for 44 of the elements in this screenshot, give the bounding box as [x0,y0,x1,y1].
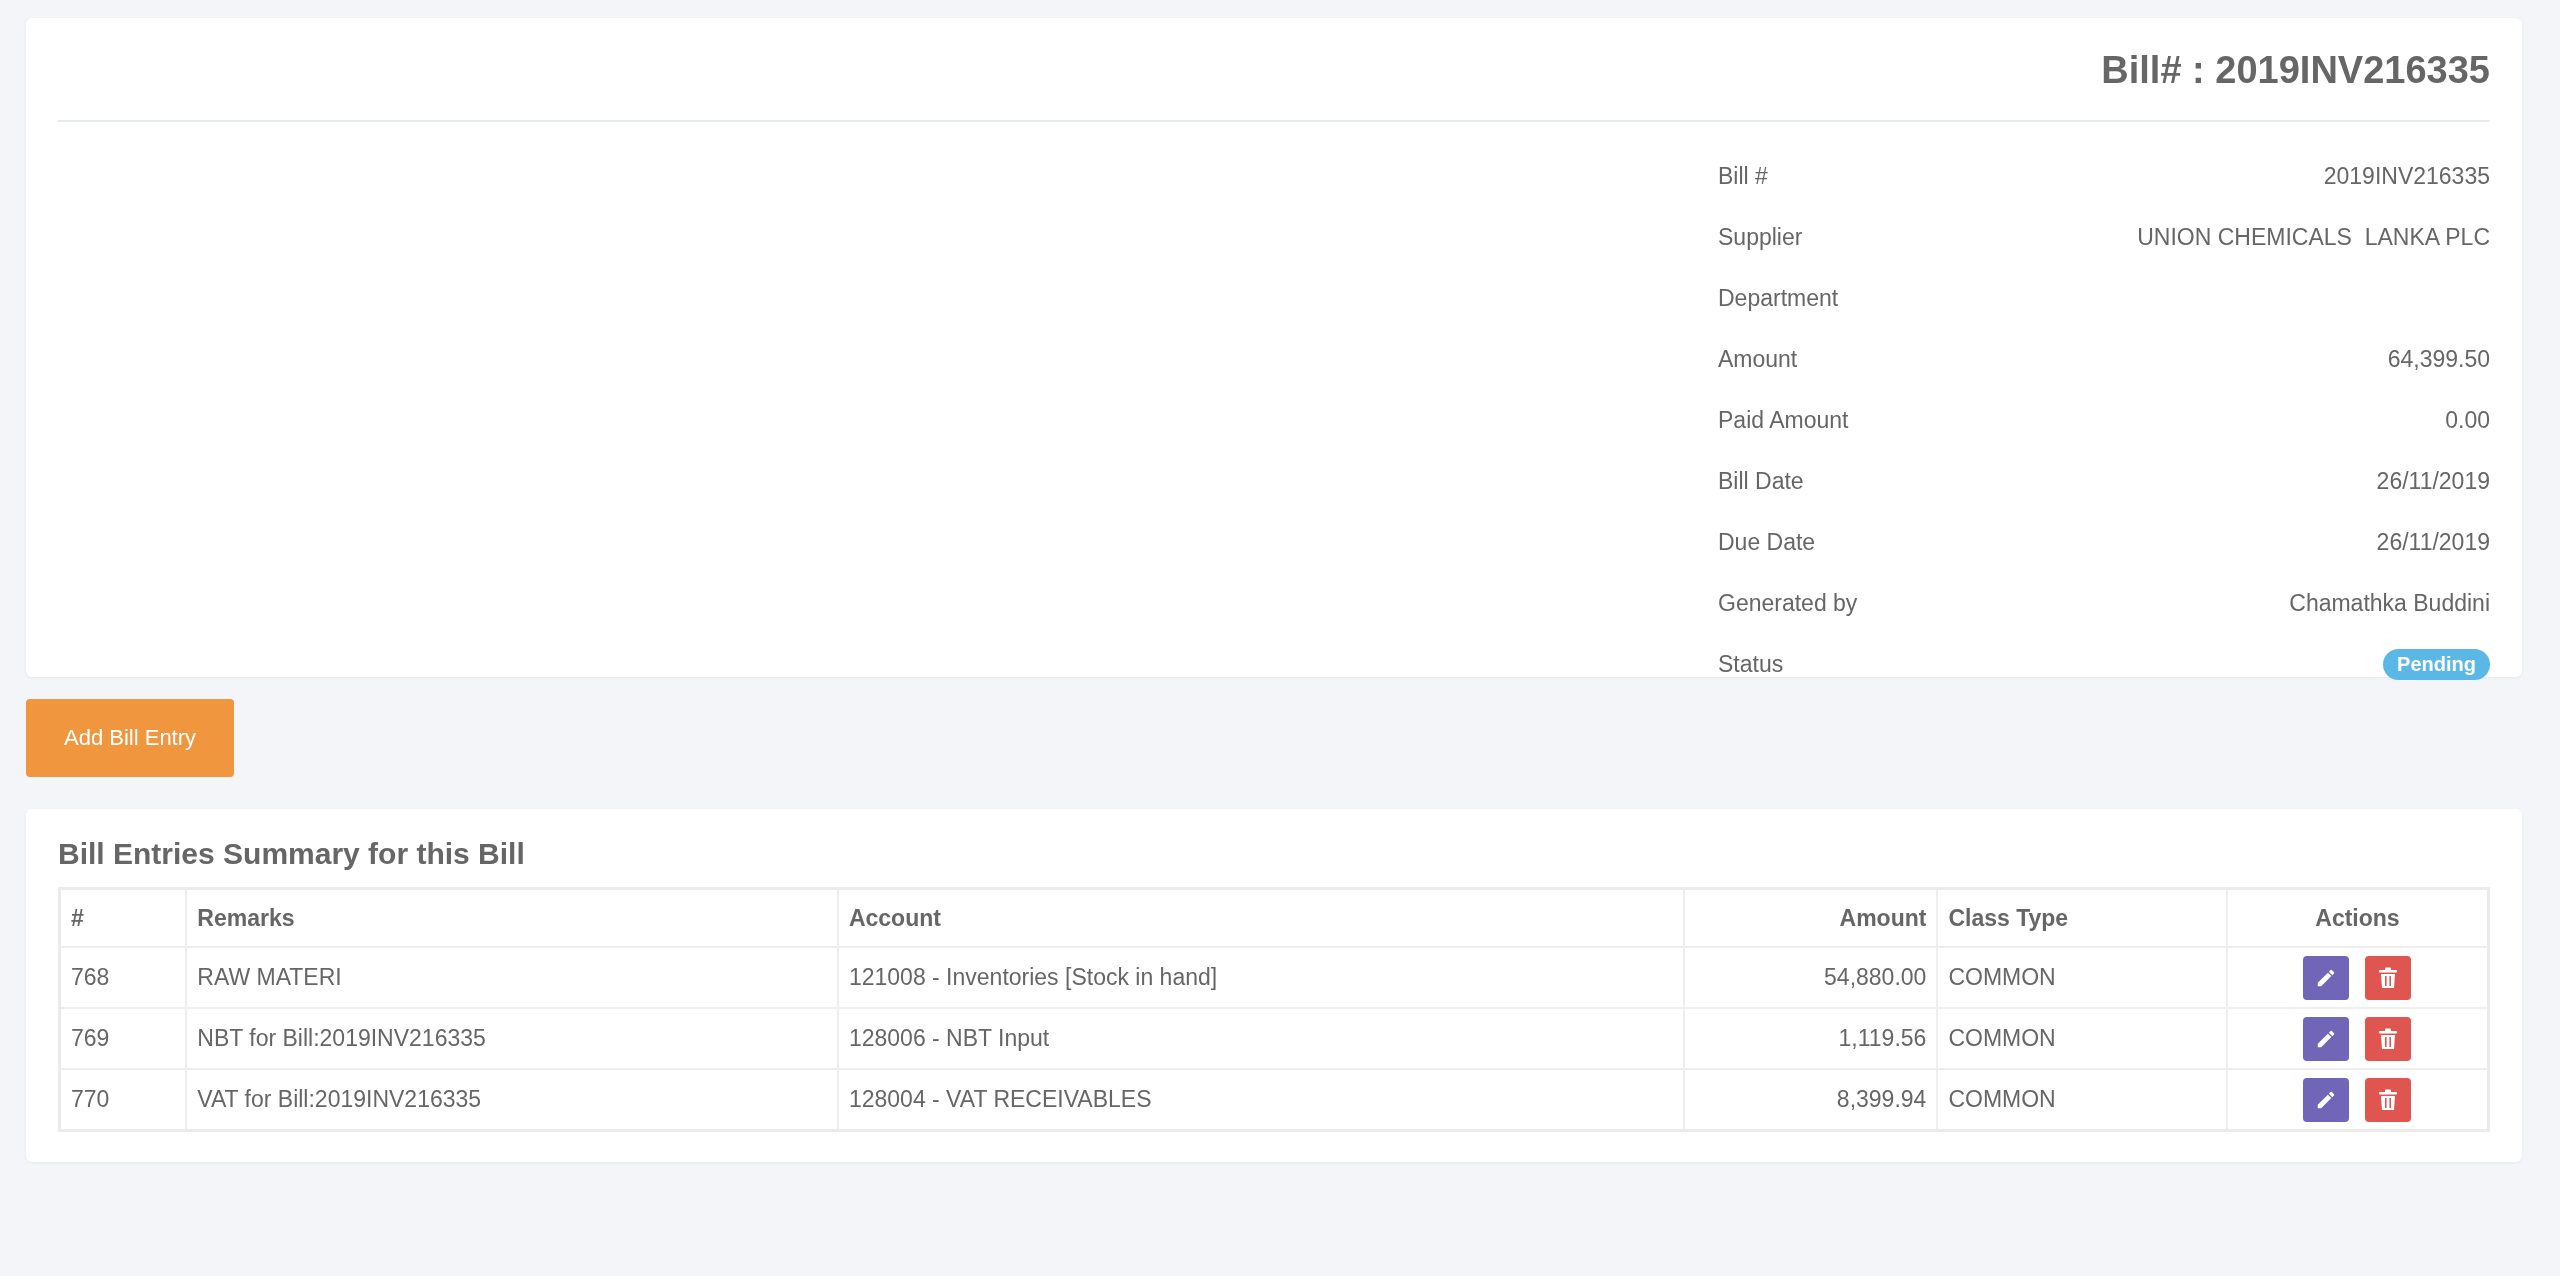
column-header: Amount [1683,888,1938,947]
delete-button[interactable] [2365,1016,2412,1061]
detail-label: Status [1718,651,1784,678]
trash-icon [2378,966,2399,989]
detail-label: Department [1718,285,1839,312]
detail-value: Chamathka Buddini [2289,590,2490,617]
edit-button[interactable] [2303,955,2350,1000]
detail-label: Paid Amount [1718,407,1849,434]
detail-label: Bill # [1718,163,1768,190]
column-header: # [59,888,187,947]
table-cell: 768 [59,947,187,1008]
detail-value: 26/11/2019 [2376,529,2490,556]
delete-button[interactable] [2365,1077,2412,1122]
table-cell: 54,880.00 [1683,947,1938,1008]
detail-label: Amount [1718,346,1798,373]
table-cell: 128006 - NBT Input [837,1008,1684,1069]
section-title: Bill Entries Summary for this Bill [58,837,526,871]
column-header: Account [837,888,1684,947]
detail-label: Bill Date [1718,468,1804,495]
table-cell: COMMON [1937,1008,2227,1069]
detail-value: UNION CHEMICALS LANKA PLC [2137,224,2490,251]
detail-value: 2019INV216335 [2323,163,2490,190]
trash-icon [2378,1088,2399,1111]
column-header: Class Type [1937,888,2227,947]
add-bill-entry-button[interactable]: Add Bill Entry [26,699,235,777]
table-cell: 769 [59,1008,187,1069]
detail-value: 64,399.50 [2387,346,2490,373]
detail-value: 0.00 [2445,407,2490,434]
table-cell: 121008 - Inventories [Stock in hand] [837,947,1684,1008]
delete-button[interactable] [2365,955,2412,1000]
table-cell: COMMON [1937,947,2227,1008]
status-badge: Pending [2383,649,2490,680]
detail-label: Due Date [1718,529,1816,556]
trash-icon [2378,1027,2399,1050]
column-header: Remarks [186,888,838,947]
table-cell: 1,119.56 [1683,1008,1938,1069]
detail-label: Supplier [1718,224,1803,251]
table-cell: RAW MATERI [186,947,838,1008]
table-cell: NBT for Bill:2019INV216335 [186,1008,838,1069]
bill-title: Bill# : 2019INV216335 [2100,48,2490,93]
detail-label: Generated by [1718,590,1858,617]
edit-button[interactable] [2303,1016,2350,1061]
edit-button[interactable] [2303,1077,2350,1122]
detail-value: 26/11/2019 [2376,468,2490,495]
